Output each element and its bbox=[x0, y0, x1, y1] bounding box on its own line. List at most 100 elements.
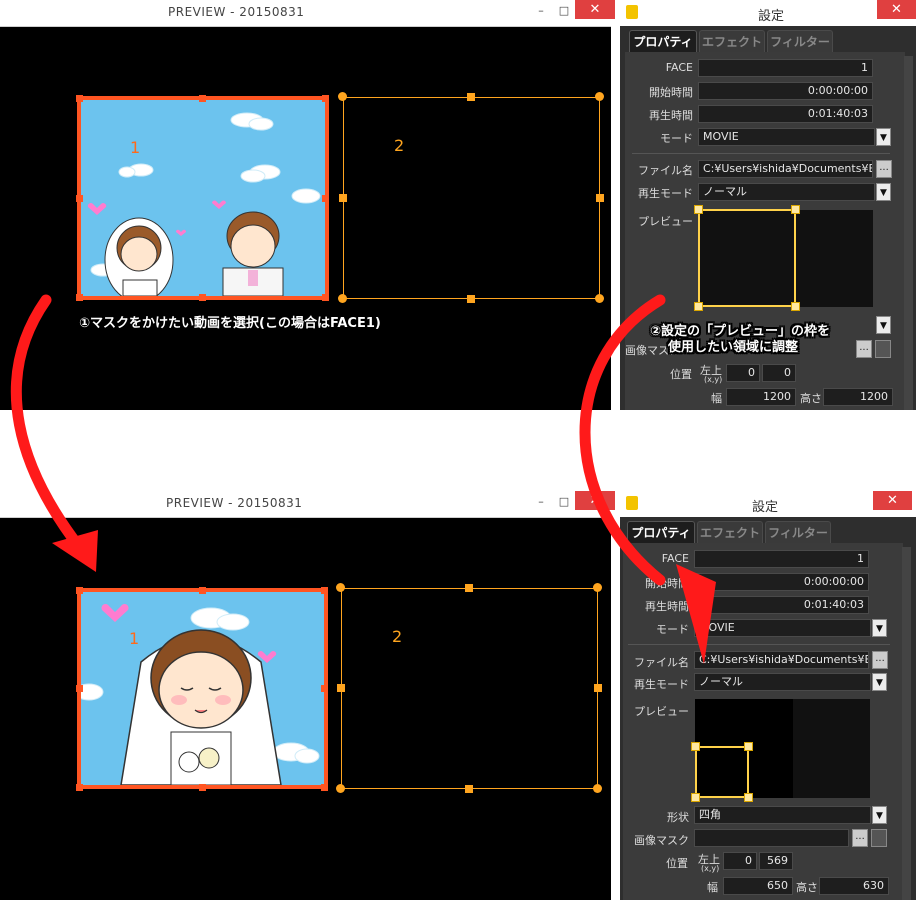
face-1-handle[interactable] bbox=[199, 784, 206, 791]
mode-select[interactable]: MOVIE bbox=[698, 128, 875, 146]
scrollbar[interactable] bbox=[904, 56, 913, 410]
face-1-handle[interactable] bbox=[76, 95, 83, 102]
face-2-handle[interactable] bbox=[596, 194, 604, 202]
tab-filters[interactable]: フィルター bbox=[765, 521, 831, 544]
face-1-handle[interactable] bbox=[199, 95, 206, 102]
mask-handle[interactable] bbox=[691, 742, 700, 751]
face-1-handle[interactable] bbox=[76, 294, 83, 301]
tab-properties[interactable]: プロパティ bbox=[627, 521, 695, 544]
face-2-frame[interactable]: 2 bbox=[341, 588, 598, 789]
mask-region[interactable] bbox=[695, 746, 749, 798]
face-1-handle[interactable] bbox=[76, 587, 83, 594]
face-1-handle[interactable] bbox=[322, 195, 329, 202]
face-2-handle[interactable] bbox=[595, 294, 604, 303]
face-2-handle[interactable] bbox=[465, 785, 473, 793]
browse-button[interactable]: ... bbox=[872, 651, 888, 669]
clear-mask-button[interactable] bbox=[871, 829, 887, 847]
browse-mask-button[interactable]: ... bbox=[856, 340, 872, 358]
maximize-button[interactable]: □ bbox=[553, 2, 575, 20]
play-mode-dropdown-icon[interactable]: ▼ bbox=[876, 183, 891, 201]
browse-mask-button[interactable]: ... bbox=[852, 829, 868, 847]
play-mode-select[interactable]: ノーマル bbox=[698, 183, 875, 201]
mask-handle[interactable] bbox=[791, 302, 800, 311]
face-2-handle[interactable] bbox=[593, 784, 602, 793]
image-mask-field[interactable] bbox=[694, 829, 849, 847]
mask-handle[interactable] bbox=[744, 793, 753, 802]
face-field[interactable]: 1 bbox=[694, 550, 869, 568]
face-1-frame[interactable]: 1 bbox=[77, 588, 328, 789]
face-1-handle[interactable] bbox=[321, 685, 328, 692]
tab-effects[interactable]: エフェクト bbox=[697, 521, 763, 544]
tab-filters[interactable]: フィルター bbox=[767, 30, 833, 53]
file-name-field[interactable]: C:¥Users¥ishida¥Documents¥Brid bbox=[694, 651, 869, 669]
face-1-handle[interactable] bbox=[321, 784, 328, 791]
mask-handle[interactable] bbox=[744, 742, 753, 751]
width-field[interactable]: 650 bbox=[723, 877, 793, 895]
maximize-button[interactable]: □ bbox=[553, 493, 575, 511]
scrollbar[interactable] bbox=[902, 547, 911, 900]
mode-dropdown-icon[interactable]: ▼ bbox=[872, 619, 887, 637]
play-time-field[interactable]: 0:01:40:03 bbox=[694, 596, 869, 614]
play-mode-dropdown-icon[interactable]: ▼ bbox=[872, 673, 887, 691]
face-2-handle[interactable] bbox=[594, 684, 602, 692]
face-2-handle[interactable] bbox=[595, 92, 604, 101]
tab-effects[interactable]: エフェクト bbox=[699, 30, 765, 53]
mask-handle[interactable] bbox=[691, 793, 700, 802]
face-field[interactable]: 1 bbox=[698, 59, 873, 77]
minimize-button[interactable]: – bbox=[530, 493, 552, 511]
position-x-field[interactable]: 0 bbox=[726, 364, 760, 382]
height-field[interactable]: 630 bbox=[819, 877, 889, 895]
face-2-handle[interactable] bbox=[337, 684, 345, 692]
start-time-field[interactable]: 0:00:00:00 bbox=[698, 82, 873, 100]
mode-dropdown-icon[interactable]: ▼ bbox=[876, 128, 891, 146]
position-y-field[interactable]: 0 bbox=[762, 364, 796, 382]
minimize-button[interactable]: – bbox=[530, 2, 552, 20]
face-1-handle[interactable] bbox=[322, 95, 329, 102]
face-1-handle[interactable] bbox=[76, 784, 83, 791]
shape-dropdown-icon[interactable]: ▼ bbox=[872, 806, 887, 824]
close-button[interactable]: ✕ bbox=[877, 0, 916, 19]
face-2-handle[interactable] bbox=[339, 194, 347, 202]
face-2-frame[interactable]: 2 bbox=[343, 97, 600, 299]
face-1-handle[interactable] bbox=[321, 587, 328, 594]
face-1-handle[interactable] bbox=[199, 587, 206, 594]
face-1-handle[interactable] bbox=[322, 294, 329, 301]
mask-region[interactable] bbox=[698, 209, 796, 307]
play-time-field[interactable]: 0:01:40:03 bbox=[698, 105, 873, 123]
start-time-field[interactable]: 0:00:00:00 bbox=[694, 573, 869, 591]
face-2-handle[interactable] bbox=[338, 92, 347, 101]
shape-select[interactable]: 四角 bbox=[694, 806, 871, 824]
face-2-handle[interactable] bbox=[465, 584, 473, 592]
position-x-field[interactable]: 0 bbox=[723, 852, 757, 870]
face-2-handle[interactable] bbox=[336, 583, 345, 592]
face-1-handle[interactable] bbox=[76, 195, 83, 202]
close-button[interactable]: ✕ bbox=[575, 491, 615, 510]
close-button[interactable]: ✕ bbox=[873, 491, 912, 510]
width-field[interactable]: 1200 bbox=[726, 388, 796, 406]
height-field[interactable]: 1200 bbox=[823, 388, 893, 406]
shape-dropdown-icon[interactable]: ▼ bbox=[876, 316, 891, 334]
position-label: 位置 bbox=[666, 857, 688, 870]
face-2-handle[interactable] bbox=[467, 295, 475, 303]
file-name-field[interactable]: C:¥Users¥ishida¥Documents¥Brid bbox=[698, 160, 873, 178]
close-button[interactable]: ✕ bbox=[575, 0, 615, 19]
settings-titlebar: 設定 ✕ bbox=[620, 491, 916, 517]
clear-mask-button[interactable] bbox=[875, 340, 891, 358]
face-1-frame[interactable]: 1 bbox=[77, 96, 329, 300]
mode-select[interactable]: MOVIE bbox=[694, 619, 871, 637]
face-1-handle[interactable] bbox=[199, 294, 206, 301]
face-2-handle[interactable] bbox=[467, 93, 475, 101]
play-mode-select[interactable]: ノーマル bbox=[694, 673, 871, 691]
browse-button[interactable]: ... bbox=[876, 160, 892, 178]
face-1-handle[interactable] bbox=[76, 685, 83, 692]
preview-label: プレビュー bbox=[638, 215, 693, 228]
mask-handle[interactable] bbox=[694, 205, 703, 214]
face-2-handle[interactable] bbox=[338, 294, 347, 303]
face-2-handle[interactable] bbox=[593, 583, 602, 592]
mask-handle[interactable] bbox=[791, 205, 800, 214]
mask-handle[interactable] bbox=[694, 302, 703, 311]
tab-properties[interactable]: プロパティ bbox=[629, 30, 697, 53]
position-y-field[interactable]: 569 bbox=[759, 852, 793, 870]
face-2-handle[interactable] bbox=[336, 784, 345, 793]
start-time-label: 開始時間 bbox=[645, 577, 689, 590]
